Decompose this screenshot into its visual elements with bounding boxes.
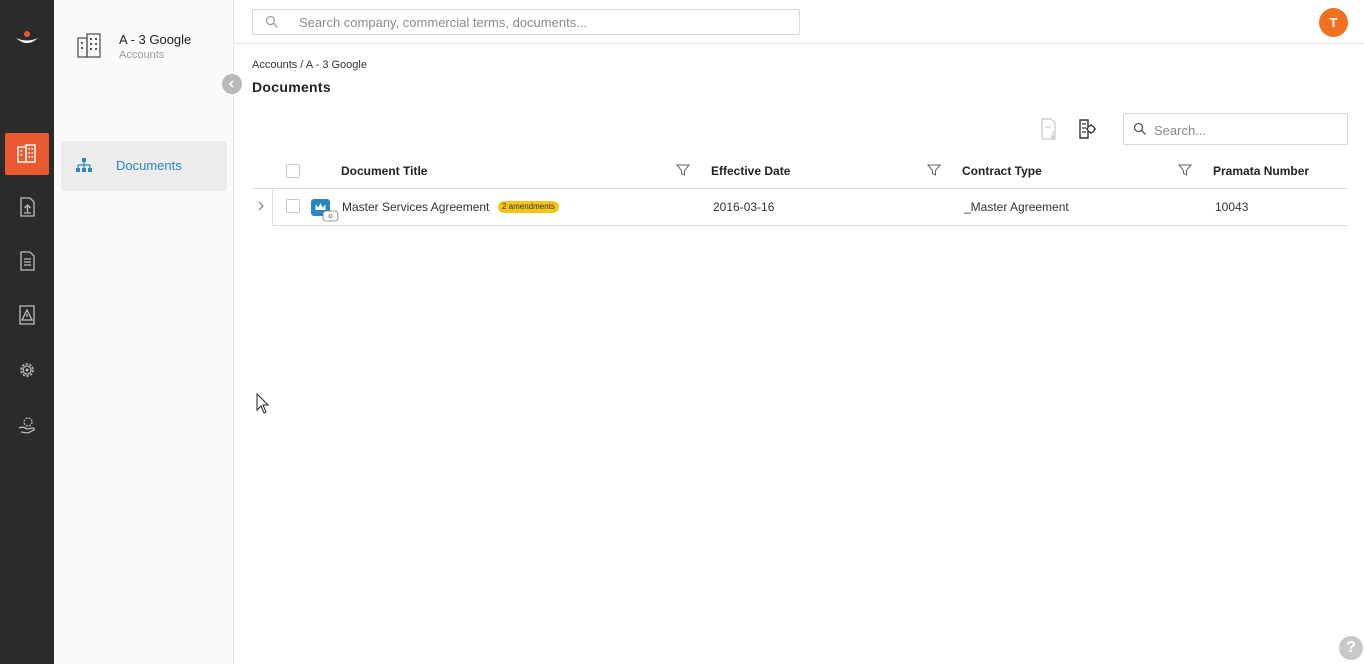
column-header-document-title[interactable]: Document Title: [341, 164, 427, 178]
page-title: Documents: [252, 79, 331, 95]
column-header-effective-date[interactable]: Effective Date: [711, 164, 790, 178]
left-rail: [0, 0, 54, 664]
upload-document-icon: [20, 197, 35, 217]
hand-gear-icon: [18, 417, 35, 434]
filter-icon[interactable]: [926, 163, 942, 177]
logo-icon[interactable]: [12, 24, 42, 50]
rail-accounts-button[interactable]: [5, 133, 49, 175]
global-search: [252, 9, 800, 35]
amendments-badge: 2 amendments: [498, 201, 559, 213]
nav-item-documents[interactable]: Documents: [61, 141, 227, 191]
pramata-number-cell: 10043: [1215, 200, 1249, 214]
help-button[interactable]: ?: [1339, 636, 1363, 660]
document-title-cell[interactable]: Master Services Agreement: [342, 200, 489, 214]
chevron-left-icon: [228, 80, 234, 88]
top-bar: T: [234, 0, 1364, 44]
rail-alerts-button[interactable]: [5, 294, 49, 336]
building-icon: [17, 144, 36, 163]
account-name: A - 3 Google: [119, 32, 192, 47]
chevron-right-icon[interactable]: [256, 199, 266, 211]
grid-search: [1123, 113, 1348, 145]
select-all-checkbox[interactable]: [286, 164, 300, 178]
alert-document-icon: [19, 305, 35, 325]
filter-icon[interactable]: [1177, 163, 1193, 177]
contract-type-cell: _Master Agreement: [964, 200, 1069, 214]
account-subtitle: Accounts: [119, 49, 165, 61]
column-header-pramata-number[interactable]: Pramata Number: [1213, 164, 1309, 178]
global-search-input[interactable]: [299, 13, 789, 31]
nav-item-label: Documents: [116, 158, 182, 173]
column-settings-button[interactable]: [1075, 117, 1099, 141]
building-icon: [76, 31, 104, 59]
pdf-export-icon: [1041, 118, 1056, 140]
document-icon: [20, 251, 35, 271]
rail-documents-button[interactable]: [5, 240, 49, 282]
effective-date-cell: 2016-03-16: [713, 200, 775, 214]
mouse-cursor-icon: [256, 392, 270, 415]
breadcrumb[interactable]: Accounts / A - 3 Google: [252, 59, 367, 71]
account-panel: A - 3 Google Accounts Documents: [54, 0, 270, 664]
column-header-contract-type[interactable]: Contract Type: [962, 164, 1042, 178]
rail-upload-button[interactable]: [5, 186, 49, 228]
row-checkbox[interactable]: [286, 199, 300, 213]
document-settings-icon: [1079, 119, 1096, 139]
gear-icon: [20, 363, 34, 377]
app: A - 3 Google Accounts Documents Search c…: [0, 0, 1364, 664]
collapse-panel-button[interactable]: [222, 74, 242, 94]
search-icon: [265, 15, 279, 29]
filter-icon[interactable]: [675, 163, 691, 177]
rail-settings-button[interactable]: [5, 349, 49, 391]
export-pdf-button[interactable]: [1037, 117, 1061, 141]
rail-services-button[interactable]: [5, 404, 49, 446]
master-agreement-icon: [311, 199, 341, 223]
grid-header: Document Title Effective Date Contract T…: [252, 153, 1348, 189]
user-avatar[interactable]: T: [1319, 8, 1348, 37]
hierarchy-icon: [74, 156, 94, 176]
search-icon: [1133, 122, 1147, 136]
grid-search-input[interactable]: [1154, 121, 1339, 139]
